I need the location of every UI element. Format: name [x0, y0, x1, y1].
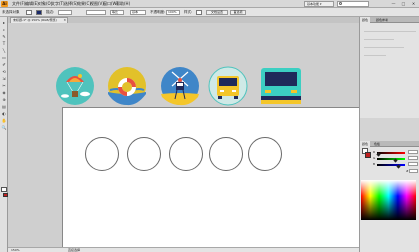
graph-tool-icon[interactable]: ▤: [1, 104, 7, 109]
g-slider-thumb[interactable]: [393, 158, 398, 163]
stroke-weight-field[interactable]: [58, 10, 72, 15]
opacity-label: 不透明度:: [150, 10, 166, 14]
tools-panel: ▸ ▹ ✎ T ╲ ▭ ✐ ⟲ ⇲ ✂ ◈ ⊕ ▤ ◐ ✋ 🔍: [0, 17, 8, 252]
r-value[interactable]: [408, 150, 418, 154]
shape-builder-tool-icon[interactable]: ◈: [1, 90, 7, 95]
selection-status: 未选择对象: [2, 10, 20, 14]
style-swatch[interactable]: [196, 10, 202, 15]
menu-effect[interactable]: 效果(C): [77, 1, 91, 7]
current-tool-label: 直接选择: [68, 248, 81, 252]
opacity-field[interactable]: 100%: [166, 10, 180, 15]
status-bar: 150% 直接选择: [8, 247, 359, 252]
pen-tool-icon[interactable]: ✎: [1, 34, 7, 39]
workspace-switcher[interactable]: 基本功能 ▾: [304, 1, 334, 7]
pencil-tool-icon[interactable]: ✐: [1, 62, 7, 67]
scissors-tool-icon[interactable]: ✂: [1, 83, 7, 88]
menu-edit[interactable]: 编辑(E): [25, 1, 39, 7]
document-tab-title: 未标题-1* @ 150% (RGB/预览): [13, 18, 57, 22]
b-slider-thumb[interactable]: [395, 164, 401, 169]
bus-front-round-icon[interactable]: [208, 66, 248, 106]
g-label: G: [373, 156, 376, 160]
zoom-level[interactable]: 150%: [11, 248, 20, 252]
maximize-button[interactable]: □: [400, 1, 407, 7]
hand-tool-icon[interactable]: ✋: [1, 118, 7, 123]
document-setup-button[interactable]: 文档设置: [206, 10, 228, 15]
app-logo: Ai: [1, 1, 8, 7]
lifebuoy-icon[interactable]: [107, 66, 147, 106]
empty-circle-4[interactable]: [209, 137, 243, 171]
symbol-tool-icon[interactable]: ⊕: [1, 97, 7, 102]
close-tab-icon[interactable]: ✕: [63, 18, 66, 22]
menu-file[interactable]: 文件(F): [12, 1, 25, 7]
b-value[interactable]: [408, 162, 418, 166]
preferences-button[interactable]: 首选项: [230, 10, 246, 15]
zoom-tool-icon[interactable]: 🔍: [1, 125, 7, 130]
artboard[interactable]: [62, 107, 359, 248]
search-icon: [339, 2, 342, 5]
control-bar: 未选择对象 描边: 等比 基本 不透明度: 100% 样式: 文档设置 首选项: [0, 8, 419, 17]
empty-circle-1[interactable]: [85, 137, 119, 171]
line-tool-icon[interactable]: ╲: [1, 48, 7, 53]
r-label: R: [373, 150, 376, 154]
selection-tool-icon[interactable]: ▸: [1, 20, 7, 25]
minimize-button[interactable]: —: [390, 1, 397, 7]
parachute-balloon-icon[interactable]: [55, 66, 95, 106]
menu-select[interactable]: 选择(S): [64, 1, 78, 7]
top-panel-body: [360, 23, 419, 118]
empty-circle-2[interactable]: [127, 137, 161, 171]
menu-type[interactable]: 文字(T): [51, 1, 65, 7]
fill-color-icon[interactable]: [1, 187, 7, 192]
fill-swatch[interactable]: [26, 10, 32, 15]
brush-select[interactable]: 基本: [130, 10, 146, 15]
search-input[interactable]: [337, 1, 369, 7]
stroke-swatch[interactable]: [36, 10, 42, 15]
stroke-preview[interactable]: [365, 152, 371, 158]
color-spectrum[interactable]: [361, 180, 416, 220]
rotate-tool-icon[interactable]: ⟲: [1, 69, 7, 74]
menu-view[interactable]: 视图(V): [90, 1, 104, 7]
bus-front-square-icon[interactable]: [259, 66, 303, 106]
menu-help[interactable]: 帮助(H): [116, 1, 130, 7]
gradient-tool-icon[interactable]: ◐: [1, 111, 7, 116]
stroke-label: 描边:: [46, 10, 55, 14]
empty-circle-3[interactable]: [169, 137, 203, 171]
empty-circle-5[interactable]: [248, 137, 282, 171]
g-value[interactable]: [408, 156, 418, 160]
direct-selection-tool-icon[interactable]: ▹: [1, 27, 7, 32]
variable-width-select[interactable]: [86, 10, 106, 15]
uniform-select[interactable]: 等比: [110, 10, 124, 15]
lifeguard-tower-icon[interactable]: [160, 66, 200, 106]
style-label: 样式:: [184, 10, 193, 14]
b-label: B: [373, 162, 376, 166]
scale-tool-icon[interactable]: ⇲: [1, 76, 7, 81]
type-tool-icon[interactable]: T: [1, 41, 7, 46]
r-slider-thumb[interactable]: [376, 152, 381, 157]
g-slider[interactable]: [377, 158, 405, 160]
menu-bar: Ai 文件(F) 编辑(E) 对象(O) 文字(T) 选择(S) 效果(C) 视…: [0, 0, 419, 8]
hex-field[interactable]: [409, 169, 418, 173]
rectangle-tool-icon[interactable]: ▭: [1, 55, 7, 60]
r-slider[interactable]: [377, 152, 405, 154]
close-window-button[interactable]: ✕: [410, 1, 417, 7]
